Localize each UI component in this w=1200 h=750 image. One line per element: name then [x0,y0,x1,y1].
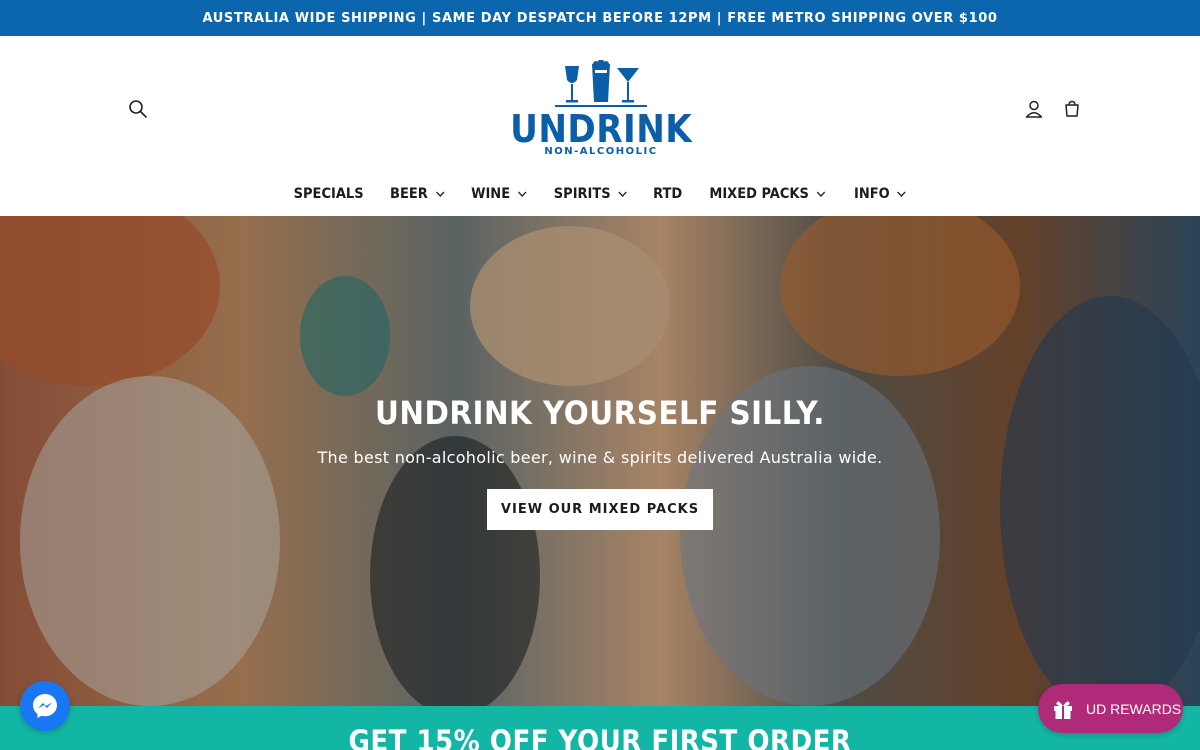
nav-item-wine[interactable]: WINE [471,186,527,202]
announcement-text: AUSTRALIA WIDE SHIPPING | SAME DAY DESPA… [202,10,998,26]
cart-icon [1065,100,1079,117]
gift-icon [1054,701,1072,719]
search-button[interactable] [121,92,155,126]
cart-button[interactable] [1055,92,1089,126]
nav-label: WINE [471,186,511,202]
nav-item-beer[interactable]: BEER [390,186,445,202]
rewards-button[interactable]: UD REWARDS [1038,684,1183,733]
chevron-down-icon [618,191,627,197]
nav-label: SPIRITS [553,186,611,202]
account-icon [1025,100,1043,118]
chevron-down-icon [898,191,907,197]
search-icon [129,100,147,118]
nav-item-spirits[interactable]: SPIRITS [554,186,628,202]
messenger-chat-button[interactable] [20,681,70,731]
nav-label: RTD [653,186,683,202]
view-mixed-packs-button[interactable]: VIEW OUR MIXED PACKS [487,489,713,530]
hero-banner: UNDRINK YOURSELF SILLY. The best non-alc… [0,216,1200,706]
nav-label: INFO [854,186,891,202]
nav-item-rtd[interactable]: RTD [653,186,682,202]
account-button[interactable] [1017,92,1051,126]
chevron-down-icon [817,191,826,197]
nav-label: BEER [390,186,429,202]
messenger-icon [33,694,57,718]
nav-item-info[interactable]: INFO [854,186,907,202]
hero-title: UNDRINK YOURSELF SILLY. [375,394,825,432]
logo-wordmark: UNDRINK [509,107,693,151]
site-logo[interactable]: UNDRINK NON-ALCOHOLIC [510,60,692,162]
drinks-glasses-icon [555,60,647,107]
promo-banner: GET 15% OFF YOUR FIRST ORDER [0,706,1200,750]
nav-item-specials[interactable]: SPECIALS [294,186,364,202]
hero-subtitle: The best non-alcoholic beer, wine & spir… [317,448,883,467]
nav-label: MIXED PACKS [709,186,810,202]
nav-label: SPECIALS [293,186,364,202]
promo-text: GET 15% OFF YOUR FIRST ORDER [348,724,852,750]
chevron-down-icon [517,191,527,197]
nav-item-mixed-packs[interactable]: MIXED PACKS [710,186,826,202]
site-header: UNDRINK NON-ALCOHOLIC SPECIALS BEER WINE… [0,36,1200,217]
rewards-label: UD REWARDS [1086,700,1182,717]
announcement-bar: AUSTRALIA WIDE SHIPPING | SAME DAY DESPA… [0,0,1200,36]
main-nav: SPECIALS BEER WINE SPIRITS RTD MIXED PAC… [0,178,1200,210]
chevron-down-icon [436,191,445,197]
